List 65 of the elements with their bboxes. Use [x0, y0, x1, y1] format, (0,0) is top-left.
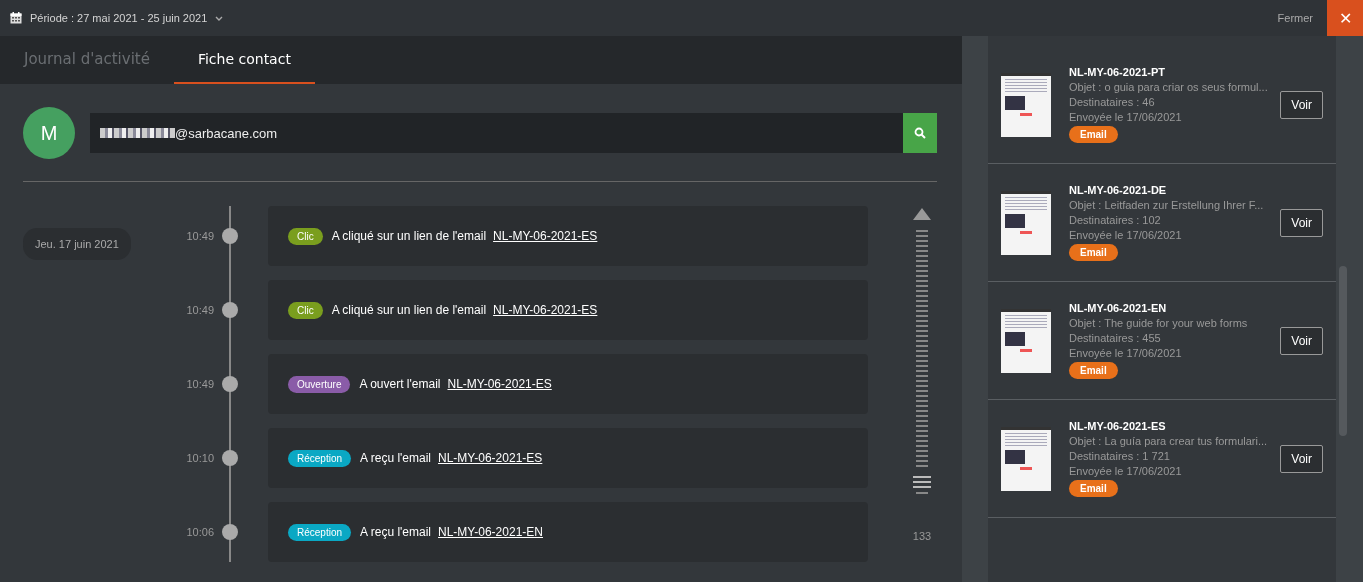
search-icon — [914, 127, 926, 139]
close-label-button[interactable]: Fermer — [1271, 11, 1319, 25]
campaign-name: NL-MY-06-2021-PT — [1069, 66, 1165, 78]
event-text: A reçu l'email — [360, 451, 432, 465]
tab[interactable]: Fiche contact — [173, 36, 315, 84]
event-time: 10:06 — [185, 526, 214, 538]
event-text: A reçu l'email — [360, 525, 432, 539]
event-time: 10:10 — [185, 452, 214, 464]
email-link[interactable]: NL-MY-06-2021-ES — [493, 229, 598, 243]
campaign-recipients: Destinataires : 46 — [1069, 96, 1155, 108]
campaign-name: NL-MY-06-2021-DE — [1069, 184, 1167, 196]
event-tag: Ouverture — [288, 375, 351, 393]
timeline-dot — [222, 228, 238, 244]
campaign-subject: Objet : Leitfaden zur Erstellung Ihrer F... — [1069, 199, 1264, 211]
email-preview-thumbnail — [1001, 190, 1051, 255]
event-time: 10:49 — [185, 230, 214, 242]
view-button[interactable]: Voir — [1280, 90, 1323, 119]
email-link[interactable]: NL-MY-06-2021-EN — [438, 525, 543, 539]
email-link[interactable]: NL-MY-06-2021-ES — [493, 303, 598, 317]
campaign-recipients: Destinataires : 102 — [1069, 214, 1161, 226]
view-button[interactable]: Voir — [1280, 208, 1323, 237]
timeline-dot — [222, 450, 238, 466]
timeline-dot — [222, 302, 238, 318]
search-button[interactable] — [903, 113, 937, 153]
email-search-field[interactable]: @sarbacane.com — [90, 113, 903, 153]
date-label: Jeu. 17 juin 2021 — [23, 228, 131, 260]
avatar: M — [23, 107, 75, 159]
event-tag: Réception — [288, 449, 352, 467]
email-badge: Email — [1069, 244, 1118, 261]
campaign-recipients: Destinataires : 1 721 — [1069, 450, 1170, 462]
email-preview-thumbnail — [1001, 72, 1051, 137]
timeline-dot — [222, 376, 238, 392]
timeline-dot — [222, 524, 238, 540]
campaign-recipients: Destinataires : 455 — [1069, 332, 1161, 344]
event-tag: Clic — [288, 227, 323, 245]
campaign-sent-date: Envoyée le 17/06/2021 — [1069, 229, 1182, 241]
event-time: 10:49 — [185, 304, 214, 316]
chevron-down-icon — [215, 15, 224, 21]
campaign-name: NL-MY-06-2021-ES — [1069, 420, 1166, 432]
event-tag: Clic — [288, 301, 323, 319]
view-button[interactable]: Voir — [1280, 326, 1323, 355]
campaign-sent-date: Envoyée le 17/06/2021 — [1069, 347, 1182, 359]
event-text: A cliqué sur un lien de l'email — [331, 303, 487, 317]
email-link[interactable]: NL-MY-06-2021-ES — [438, 451, 543, 465]
campaign-sent-date: Envoyée le 17/06/2021 — [1069, 111, 1182, 123]
email-badge: Email — [1069, 480, 1118, 497]
event-tag: Réception — [288, 523, 352, 541]
campaign-subject: Objet : o guia para criar os seus formul... — [1069, 81, 1268, 93]
campaign-subject: Objet : La guía para crear tus formulari... — [1069, 435, 1268, 447]
period-dropdown[interactable]: Période : 27 mai 2021 - 25 juin 2021 — [30, 12, 224, 24]
campaign-subject: Objet : The guide for your web forms — [1069, 317, 1248, 329]
event-count: 133 — [912, 530, 932, 542]
close-button[interactable]: ✕ — [1327, 0, 1363, 36]
event-time: 10:49 — [185, 378, 214, 390]
view-button[interactable]: Voir — [1280, 444, 1323, 473]
email-badge: Email — [1069, 126, 1118, 143]
event-text: A ouvert l'email — [359, 377, 441, 391]
calendar-icon — [10, 12, 22, 24]
email-preview-thumbnail — [1001, 426, 1051, 491]
email-badge: Email — [1069, 362, 1118, 379]
email-link[interactable]: NL-MY-06-2021-ES — [447, 377, 552, 391]
email-preview-thumbnail — [1001, 308, 1051, 373]
campaign-name: NL-MY-06-2021-EN — [1069, 302, 1167, 314]
campaign-sent-date: Envoyée le 17/06/2021 — [1069, 465, 1182, 477]
event-text: A cliqué sur un lien de l'email — [331, 229, 487, 243]
